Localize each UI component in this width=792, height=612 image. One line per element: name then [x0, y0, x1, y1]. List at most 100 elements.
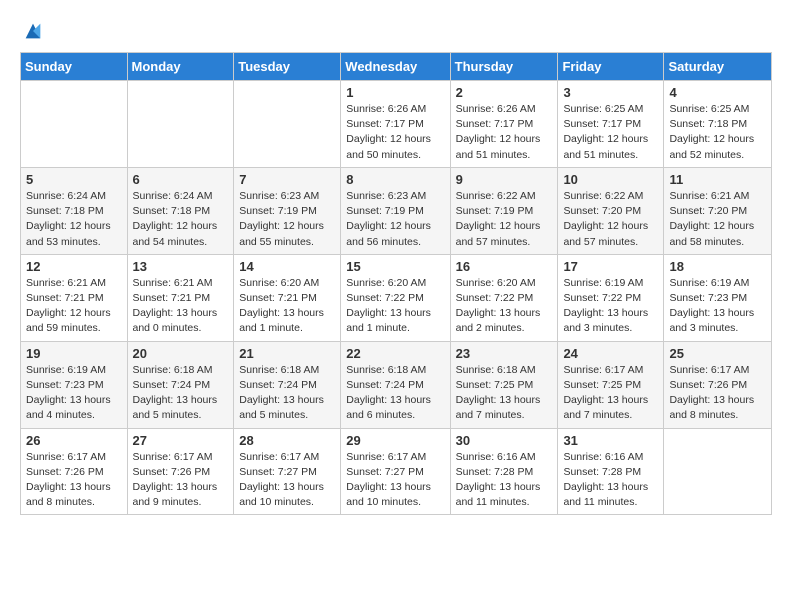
day-number: 9: [456, 172, 553, 187]
day-number: 13: [133, 259, 229, 274]
header-sunday: Sunday: [21, 53, 128, 81]
day-info: Sunrise: 6:25 AM Sunset: 7:18 PM Dayligh…: [669, 102, 766, 163]
day-cell: 18 Sunrise: 6:19 AM Sunset: 7:23 PM Dayli…: [664, 254, 772, 341]
day-number: 3: [563, 85, 658, 100]
day-cell: 6 Sunrise: 6:24 AM Sunset: 7:18 PM Daylig…: [127, 167, 234, 254]
day-number: 12: [26, 259, 122, 274]
day-info: Sunrise: 6:22 AM Sunset: 7:20 PM Dayligh…: [563, 189, 658, 250]
day-cell: [21, 81, 128, 168]
day-info: Sunrise: 6:16 AM Sunset: 7:28 PM Dayligh…: [563, 450, 658, 511]
day-number: 20: [133, 346, 229, 361]
day-number: 1: [346, 85, 444, 100]
day-info: Sunrise: 6:17 AM Sunset: 7:26 PM Dayligh…: [669, 363, 766, 424]
day-cell: 17 Sunrise: 6:19 AM Sunset: 7:22 PM Dayli…: [558, 254, 664, 341]
day-info: Sunrise: 6:25 AM Sunset: 7:17 PM Dayligh…: [563, 102, 658, 163]
day-cell: 27 Sunrise: 6:17 AM Sunset: 7:26 PM Dayli…: [127, 428, 234, 515]
day-cell: 3 Sunrise: 6:25 AM Sunset: 7:17 PM Daylig…: [558, 81, 664, 168]
day-info: Sunrise: 6:20 AM Sunset: 7:22 PM Dayligh…: [346, 276, 444, 337]
week-row-4: 26 Sunrise: 6:17 AM Sunset: 7:26 PM Dayli…: [21, 428, 772, 515]
day-info: Sunrise: 6:19 AM Sunset: 7:23 PM Dayligh…: [26, 363, 122, 424]
day-number: 23: [456, 346, 553, 361]
day-cell: 2Sunrise: 6:26 AM Sunset: 7:17 PM Daylig…: [450, 81, 558, 168]
logo: [20, 20, 44, 42]
day-number: 24: [563, 346, 658, 361]
header-tuesday: Tuesday: [234, 53, 341, 81]
day-cell: 28 Sunrise: 6:17 AM Sunset: 7:27 PM Dayli…: [234, 428, 341, 515]
day-number: 28: [239, 433, 335, 448]
week-row-2: 12 Sunrise: 6:21 AM Sunset: 7:21 PM Dayli…: [21, 254, 772, 341]
day-number: 8: [346, 172, 444, 187]
day-info: Sunrise: 6:21 AM Sunset: 7:20 PM Dayligh…: [669, 189, 766, 250]
day-info: Sunrise: 6:23 AM Sunset: 7:19 PM Dayligh…: [239, 189, 335, 250]
day-cell: 8 Sunrise: 6:23 AM Sunset: 7:19 PM Daylig…: [341, 167, 450, 254]
day-info: Sunrise: 6:17 AM Sunset: 7:27 PM Dayligh…: [239, 450, 335, 511]
header-monday: Monday: [127, 53, 234, 81]
header-saturday: Saturday: [664, 53, 772, 81]
day-number: 31: [563, 433, 658, 448]
logo-icon: [22, 20, 44, 42]
day-cell: 21 Sunrise: 6:18 AM Sunset: 7:24 PM Dayli…: [234, 341, 341, 428]
day-cell: 5 Sunrise: 6:24 AM Sunset: 7:18 PM Daylig…: [21, 167, 128, 254]
day-info: Sunrise: 6:19 AM Sunset: 7:22 PM Dayligh…: [563, 276, 658, 337]
day-cell: 4 Sunrise: 6:25 AM Sunset: 7:18 PM Daylig…: [664, 81, 772, 168]
day-cell: 7 Sunrise: 6:23 AM Sunset: 7:19 PM Daylig…: [234, 167, 341, 254]
day-number: 18: [669, 259, 766, 274]
day-info: Sunrise: 6:19 AM Sunset: 7:23 PM Dayligh…: [669, 276, 766, 337]
day-number: 17: [563, 259, 658, 274]
day-cell: 20Sunrise: 6:18 AM Sunset: 7:24 PM Dayli…: [127, 341, 234, 428]
day-info: Sunrise: 6:17 AM Sunset: 7:26 PM Dayligh…: [133, 450, 229, 511]
day-cell: 19 Sunrise: 6:19 AM Sunset: 7:23 PM Dayli…: [21, 341, 128, 428]
day-number: 2: [456, 85, 553, 100]
header-friday: Friday: [558, 53, 664, 81]
day-info: Sunrise: 6:18 AM Sunset: 7:24 PM Dayligh…: [239, 363, 335, 424]
week-row-3: 19 Sunrise: 6:19 AM Sunset: 7:23 PM Dayli…: [21, 341, 772, 428]
day-cell: 10 Sunrise: 6:22 AM Sunset: 7:20 PM Dayli…: [558, 167, 664, 254]
day-info: Sunrise: 6:24 AM Sunset: 7:18 PM Dayligh…: [133, 189, 229, 250]
day-number: 19: [26, 346, 122, 361]
day-cell: 14 Sunrise: 6:20 AM Sunset: 7:21 PM Dayli…: [234, 254, 341, 341]
day-info: Sunrise: 6:17 AM Sunset: 7:25 PM Dayligh…: [563, 363, 658, 424]
day-number: 22: [346, 346, 444, 361]
day-cell: 15Sunrise: 6:20 AM Sunset: 7:22 PM Dayli…: [341, 254, 450, 341]
day-cell: 16Sunrise: 6:20 AM Sunset: 7:22 PM Dayli…: [450, 254, 558, 341]
day-info: Sunrise: 6:23 AM Sunset: 7:19 PM Dayligh…: [346, 189, 444, 250]
day-info: Sunrise: 6:18 AM Sunset: 7:24 PM Dayligh…: [346, 363, 444, 424]
day-info: Sunrise: 6:17 AM Sunset: 7:26 PM Dayligh…: [26, 450, 122, 511]
day-cell: 30Sunrise: 6:16 AM Sunset: 7:28 PM Dayli…: [450, 428, 558, 515]
day-info: Sunrise: 6:20 AM Sunset: 7:21 PM Dayligh…: [239, 276, 335, 337]
day-number: 21: [239, 346, 335, 361]
day-info: Sunrise: 6:20 AM Sunset: 7:22 PM Dayligh…: [456, 276, 553, 337]
header-wednesday: Wednesday: [341, 53, 450, 81]
day-cell: 23Sunrise: 6:18 AM Sunset: 7:25 PM Dayli…: [450, 341, 558, 428]
day-number: 27: [133, 433, 229, 448]
day-cell: [664, 428, 772, 515]
day-number: 4: [669, 85, 766, 100]
day-number: 11: [669, 172, 766, 187]
day-cell: 9 Sunrise: 6:22 AM Sunset: 7:19 PM Daylig…: [450, 167, 558, 254]
day-number: 10: [563, 172, 658, 187]
day-cell: 25Sunrise: 6:17 AM Sunset: 7:26 PM Dayli…: [664, 341, 772, 428]
header-thursday: Thursday: [450, 53, 558, 81]
day-cell: [234, 81, 341, 168]
day-cell: 24 Sunrise: 6:17 AM Sunset: 7:25 PM Dayli…: [558, 341, 664, 428]
day-info: Sunrise: 6:24 AM Sunset: 7:18 PM Dayligh…: [26, 189, 122, 250]
day-info: Sunrise: 6:21 AM Sunset: 7:21 PM Dayligh…: [133, 276, 229, 337]
day-number: 14: [239, 259, 335, 274]
day-number: 30: [456, 433, 553, 448]
day-cell: 22 Sunrise: 6:18 AM Sunset: 7:24 PM Dayli…: [341, 341, 450, 428]
day-info: Sunrise: 6:22 AM Sunset: 7:19 PM Dayligh…: [456, 189, 553, 250]
day-number: 5: [26, 172, 122, 187]
day-cell: 11 Sunrise: 6:21 AM Sunset: 7:20 PM Dayli…: [664, 167, 772, 254]
day-number: 26: [26, 433, 122, 448]
day-number: 7: [239, 172, 335, 187]
day-cell: 31 Sunrise: 6:16 AM Sunset: 7:28 PM Dayli…: [558, 428, 664, 515]
day-cell: 26 Sunrise: 6:17 AM Sunset: 7:26 PM Dayli…: [21, 428, 128, 515]
day-cell: [127, 81, 234, 168]
day-info: Sunrise: 6:21 AM Sunset: 7:21 PM Dayligh…: [26, 276, 122, 337]
days-header-row: SundayMondayTuesdayWednesdayThursdayFrid…: [21, 53, 772, 81]
day-info: Sunrise: 6:17 AM Sunset: 7:27 PM Dayligh…: [346, 450, 444, 511]
calendar-table: SundayMondayTuesdayWednesdayThursdayFrid…: [20, 52, 772, 515]
day-cell: 1Sunrise: 6:26 AM Sunset: 7:17 PM Daylig…: [341, 81, 450, 168]
day-number: 6: [133, 172, 229, 187]
page-header: [20, 20, 772, 42]
